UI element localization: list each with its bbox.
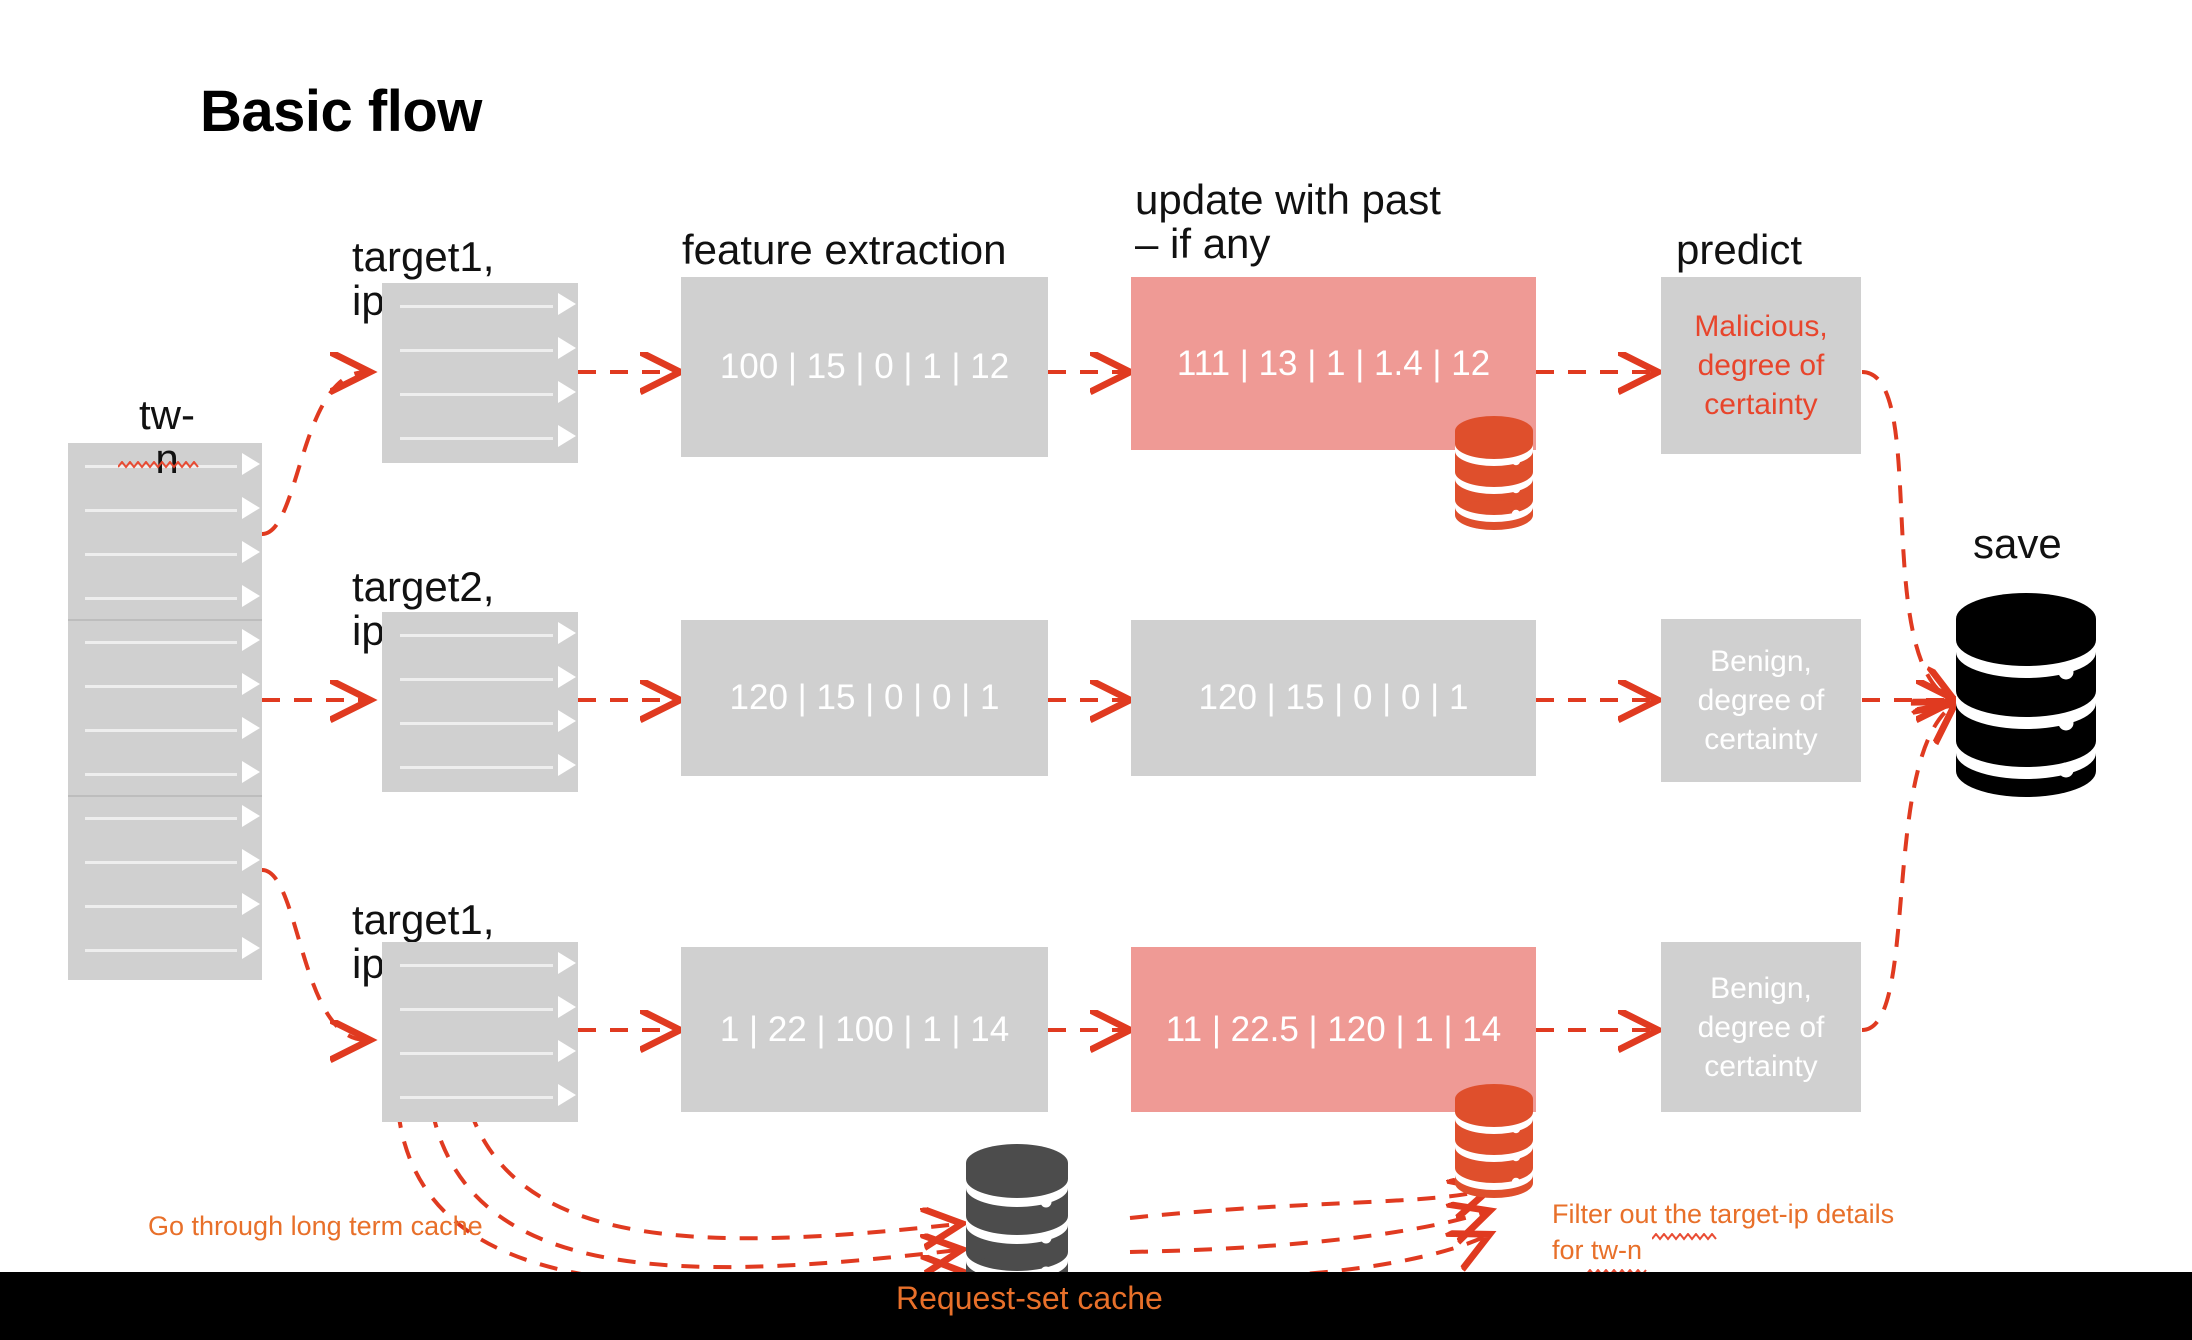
play-triangle-icon[interactable] bbox=[558, 337, 576, 359]
feature-box-row3[interactable]: 1 | 22 | 100 | 1 | 14 bbox=[681, 947, 1048, 1112]
play-triangle-icon[interactable] bbox=[558, 996, 576, 1018]
play-triangle-icon[interactable] bbox=[242, 541, 260, 563]
play-triangle-icon[interactable] bbox=[558, 1040, 576, 1062]
column-title-save: save bbox=[1973, 520, 2062, 567]
play-triangle-icon[interactable] bbox=[242, 453, 260, 475]
spellcheck-squiggle bbox=[117, 456, 200, 469]
stack-row-line bbox=[399, 349, 553, 352]
play-triangle-icon[interactable] bbox=[242, 585, 260, 607]
target-stack-row3[interactable] bbox=[382, 942, 578, 1122]
stack-row-line bbox=[85, 597, 237, 600]
feature-box-row2[interactable]: 120 | 15 | 0 | 0 | 1 bbox=[681, 620, 1048, 776]
stack-row-line bbox=[399, 437, 553, 440]
column-title-feature-extraction: feature extraction bbox=[682, 226, 1007, 273]
stack-row-line bbox=[399, 634, 553, 637]
play-triangle-icon[interactable] bbox=[558, 1084, 576, 1106]
play-triangle-icon[interactable] bbox=[558, 666, 576, 688]
stack-row-line bbox=[85, 861, 237, 864]
stack-row-line bbox=[399, 305, 553, 308]
stack-row-line bbox=[85, 685, 237, 688]
predict-box-row3[interactable]: Benign, degree of certainty bbox=[1661, 942, 1861, 1112]
stack-row-line bbox=[85, 905, 237, 908]
database-icon-save[interactable] bbox=[1952, 590, 2100, 802]
play-triangle-icon[interactable] bbox=[242, 805, 260, 827]
target-stack-arrows bbox=[552, 942, 578, 1122]
play-triangle-icon[interactable] bbox=[558, 710, 576, 732]
stack-row-line bbox=[85, 641, 237, 644]
play-triangle-icon[interactable] bbox=[242, 629, 260, 651]
stack-row-line bbox=[399, 1052, 553, 1055]
stack-row-line bbox=[85, 509, 237, 512]
database-icon-update-row3[interactable] bbox=[1452, 1082, 1536, 1198]
stack-row-line bbox=[399, 1096, 553, 1099]
timewindow-stack-arrows bbox=[236, 443, 262, 980]
play-triangle-icon[interactable] bbox=[242, 761, 260, 783]
stack-row-line bbox=[399, 722, 553, 725]
timewindow-stack-rows bbox=[68, 443, 262, 980]
stack-row-line bbox=[85, 949, 237, 952]
play-triangle-icon[interactable] bbox=[242, 497, 260, 519]
stack-row-line bbox=[399, 1008, 553, 1011]
play-triangle-icon[interactable] bbox=[558, 754, 576, 776]
update-box-row2[interactable]: 120 | 15 | 0 | 0 | 1 bbox=[1131, 620, 1536, 776]
database-icon-update-row1[interactable] bbox=[1452, 414, 1536, 530]
play-triangle-icon[interactable] bbox=[558, 381, 576, 403]
play-triangle-icon[interactable] bbox=[558, 952, 576, 974]
stack-row-line bbox=[399, 393, 553, 396]
play-triangle-icon[interactable] bbox=[558, 425, 576, 447]
connector-layer bbox=[261, 0, 2192, 1340]
target-stack-arrows bbox=[552, 283, 578, 463]
stack-row-line bbox=[399, 678, 553, 681]
column-title-predict: predict bbox=[1676, 226, 1803, 273]
play-triangle-icon[interactable] bbox=[242, 673, 260, 695]
play-triangle-icon[interactable] bbox=[242, 717, 260, 739]
feature-box-row1[interactable]: 100 | 15 | 0 | 1 | 12 bbox=[681, 277, 1048, 457]
stack-row-line bbox=[399, 766, 553, 769]
target-stack-rows bbox=[382, 283, 578, 463]
play-triangle-icon[interactable] bbox=[242, 937, 260, 959]
spellcheck-squiggle bbox=[1585, 1264, 1648, 1277]
spellcheck-squiggle bbox=[1651, 1228, 1718, 1241]
timewindow-stack[interactable] bbox=[68, 443, 262, 980]
stack-divider bbox=[68, 619, 262, 621]
target-stack-row2[interactable] bbox=[382, 612, 578, 792]
predict-box-row1[interactable]: Malicious, degree of certainty bbox=[1661, 277, 1861, 454]
target-stack-rows bbox=[382, 612, 578, 792]
column-title-update-with-past: update with past – if any bbox=[1135, 176, 1441, 268]
stack-row-line bbox=[85, 729, 237, 732]
play-triangle-icon[interactable] bbox=[558, 293, 576, 315]
annotation-long-term-cache: Go through long term cache bbox=[148, 1211, 483, 1241]
stack-row-line bbox=[85, 817, 237, 820]
stack-divider bbox=[68, 795, 262, 797]
target-stack-arrows bbox=[552, 612, 578, 792]
label-request-set-cache: Request-set cache bbox=[896, 1280, 1163, 1316]
play-triangle-icon[interactable] bbox=[558, 622, 576, 644]
play-triangle-icon[interactable] bbox=[242, 849, 260, 871]
play-triangle-icon[interactable] bbox=[242, 893, 260, 915]
target-stack-row1[interactable] bbox=[382, 283, 578, 463]
target-stack-rows bbox=[382, 942, 578, 1122]
annotation-filter-target-ip: Filter out the target-ip details for tw-… bbox=[1552, 1199, 1895, 1266]
stack-row-line bbox=[85, 773, 237, 776]
slide-canvas: Basic flow target1, ip1 target2, ip2 tar… bbox=[0, 0, 2192, 1340]
stack-row-line bbox=[399, 964, 553, 967]
predict-box-row2[interactable]: Benign, degree of certainty bbox=[1661, 619, 1861, 782]
page-title: Basic flow bbox=[200, 79, 482, 144]
stack-row-line bbox=[85, 553, 237, 556]
